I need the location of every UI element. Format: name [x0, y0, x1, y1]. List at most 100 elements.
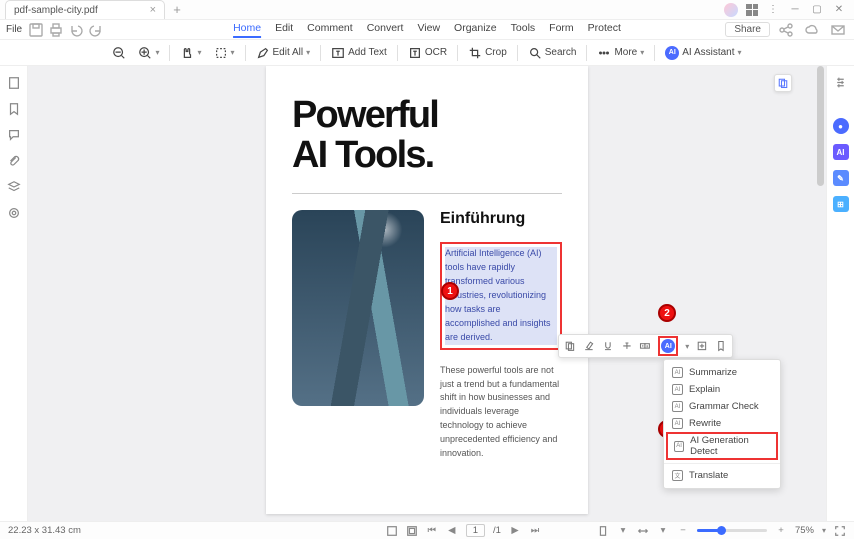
ai-tool-2-icon[interactable]: ✎	[833, 170, 849, 186]
menu-translate[interactable]: 文Translate	[664, 467, 780, 484]
underline-icon[interactable]	[602, 339, 614, 353]
next-page-icon[interactable]: ▶	[509, 525, 521, 537]
page-total: /1	[493, 525, 501, 536]
tab-tools[interactable]: Tools	[511, 22, 536, 38]
bookmark-icon[interactable]	[715, 339, 727, 353]
vertical-scrollbar[interactable]	[817, 66, 824, 521]
last-page-icon[interactable]: ⏭	[529, 525, 541, 537]
mail-icon[interactable]	[830, 22, 846, 38]
document-canvas[interactable]: Powerful AI Tools. Einführung Artificial…	[28, 66, 826, 521]
page-view-icon[interactable]	[386, 525, 398, 537]
save-icon[interactable]	[28, 22, 44, 38]
comments-icon[interactable]	[7, 128, 21, 142]
tab-convert[interactable]: Convert	[367, 22, 404, 38]
thumbnails-icon[interactable]	[7, 76, 21, 90]
security-icon[interactable]	[7, 206, 21, 220]
minimize-button[interactable]: ─	[788, 3, 802, 17]
kebab-icon[interactable]: ⋮	[766, 3, 780, 17]
share-nodes-icon[interactable]	[778, 22, 794, 38]
ai-tool-3-icon[interactable]: ⊞	[833, 196, 849, 212]
zoom-in-button[interactable]: ▾	[133, 44, 164, 62]
redo-icon[interactable]	[88, 22, 104, 38]
ai-assistant-label: AI Assistant	[682, 47, 734, 58]
menu-grammar-check[interactable]: AIGrammar Check	[664, 398, 780, 415]
adjust-icon[interactable]	[833, 74, 849, 90]
zoom-slider[interactable]	[697, 529, 767, 532]
ocr-button[interactable]: OCR	[403, 44, 452, 62]
hand-tool-button[interactable]: ▾	[175, 44, 206, 62]
add-note-icon[interactable]	[696, 339, 708, 353]
zoom-value: 75%	[795, 525, 814, 536]
prev-page-icon[interactable]: ◀	[446, 525, 458, 537]
page-current[interactable]: 1	[466, 524, 485, 537]
crop-label: Crop	[485, 47, 507, 58]
batch-panel-button[interactable]	[774, 74, 792, 92]
menu-summarize[interactable]: AISummarize	[664, 364, 780, 381]
attachments-icon[interactable]	[7, 154, 21, 168]
menu-explain[interactable]: AIExplain	[664, 381, 780, 398]
building-image	[292, 210, 424, 406]
select-tool-button[interactable]: ▾	[209, 44, 240, 62]
copy-icon[interactable]	[564, 339, 576, 353]
tab-comment[interactable]: Comment	[307, 22, 353, 38]
tab-home[interactable]: Home	[233, 22, 261, 38]
zoom-in-icon[interactable]: +	[775, 525, 787, 537]
first-page-icon[interactable]: ⏮	[426, 525, 438, 537]
tab-form[interactable]: Form	[549, 22, 574, 38]
edit-all-button[interactable]: Edit All▾	[251, 44, 316, 62]
tab-title: pdf-sample-city.pdf	[14, 5, 98, 16]
strikeout-icon[interactable]	[621, 339, 633, 353]
tab-view[interactable]: View	[417, 22, 440, 38]
selected-text-block[interactable]: Artificial Intelligence (AI) tools have …	[440, 242, 562, 350]
add-text-button[interactable]: Add Text	[326, 44, 392, 62]
scroll-thumb[interactable]	[817, 66, 824, 186]
zoom-out-icon[interactable]: −	[677, 525, 689, 537]
layers-icon[interactable]	[7, 180, 21, 194]
zoom-out-button[interactable]	[107, 44, 131, 62]
ai-chat-icon[interactable]: ●	[833, 118, 849, 134]
undo-icon[interactable]	[68, 22, 84, 38]
file-menu[interactable]: File	[6, 24, 22, 35]
edit-all-label: Edit All	[273, 47, 304, 58]
translate-icon[interactable]	[639, 339, 651, 353]
tab-organize[interactable]: Organize	[454, 22, 497, 38]
subheading: Einführung	[440, 210, 562, 228]
menu-ai-generation-detect[interactable]: AIAI Generation Detect	[666, 432, 778, 460]
fullscreen-icon[interactable]	[834, 525, 846, 537]
cloud-icon[interactable]	[804, 22, 820, 38]
layout-single-icon[interactable]	[597, 525, 609, 537]
layout-continuous-icon[interactable]: ▾	[617, 525, 629, 537]
share-button[interactable]: Share	[725, 22, 770, 37]
close-tab-icon[interactable]: ×	[150, 4, 156, 16]
ai-dropdown-menu: AISummarize AIExplain AIGrammar Check AI…	[663, 359, 781, 489]
ai-icon: AI	[661, 339, 675, 353]
left-sidebar	[0, 66, 28, 521]
ai-context-button[interactable]: AI	[658, 336, 678, 356]
fit-height-icon[interactable]: ▾	[657, 525, 669, 537]
search-label: Search	[545, 47, 577, 58]
selection-toolbar: AI ▾	[558, 334, 733, 358]
highlight-icon[interactable]	[583, 339, 595, 353]
more-button[interactable]: More▾	[592, 44, 649, 62]
ai-assistant-button[interactable]: AIAI Assistant▾	[660, 44, 746, 62]
fit-width-icon[interactable]	[637, 525, 649, 537]
tab-protect[interactable]: Protect	[588, 22, 621, 38]
search-button[interactable]: Search	[523, 44, 582, 62]
new-tab-button[interactable]: +	[169, 2, 185, 18]
maximize-button[interactable]: ▢	[810, 3, 824, 17]
bookmarks-icon[interactable]	[7, 102, 21, 116]
print-icon[interactable]	[48, 22, 64, 38]
home-toolbar: ▾ ▾ ▾ Edit All▾ Add Text OCR Crop Search…	[0, 40, 854, 66]
main-area: Powerful AI Tools. Einführung Artificial…	[0, 66, 854, 521]
fit-page-icon[interactable]	[406, 525, 418, 537]
ai-tool-1-icon[interactable]: AI	[833, 144, 849, 160]
app-grid-icon[interactable]	[746, 4, 758, 16]
close-window-button[interactable]: ✕	[832, 3, 846, 17]
menu-rewrite[interactable]: AIRewrite	[664, 415, 780, 432]
title-bar: pdf-sample-city.pdf × + ⋮ ─ ▢ ✕	[0, 0, 854, 20]
crop-button[interactable]: Crop	[463, 44, 512, 62]
ribbon-tabs: Home Edit Comment Convert View Organize …	[233, 22, 621, 38]
tab-edit[interactable]: Edit	[275, 22, 293, 38]
document-tab[interactable]: pdf-sample-city.pdf ×	[5, 0, 165, 19]
right-sidebar: ● AI ✎ ⊞	[826, 66, 854, 521]
